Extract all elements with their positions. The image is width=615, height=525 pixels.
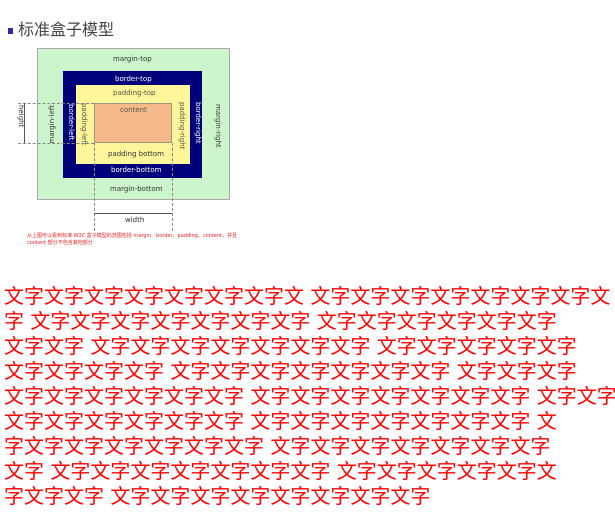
margin-bottom-label: margin-bottom: [110, 185, 163, 193]
height-guide-bottom: [18, 143, 94, 144]
text-line: 字文字文字 文字文字文字文字文字文字文字文字: [4, 484, 431, 508]
border-left-label: border-left: [67, 104, 75, 141]
content-label: content: [120, 106, 147, 114]
text-line: 文字文字 文字文字文字文字文字文字文字 文字文字文字文字文字: [4, 334, 577, 358]
text-line: 字文字文字文字文字文字文字 文字文字文字文字文字文字文字: [4, 434, 551, 458]
border-top-label: border-top: [115, 75, 152, 83]
margin-left-label: margin-left: [48, 105, 56, 144]
border-right-label: border-right: [194, 102, 202, 144]
figure-title: 标准盒子模型: [8, 16, 114, 40]
width-guide-left: [94, 143, 95, 231]
padding-top-label: padding-top: [113, 89, 156, 97]
padding-left-label: padding-left: [80, 103, 88, 146]
padding-bottom-label: padding bottom: [108, 150, 164, 158]
bullet-icon: [8, 27, 13, 34]
text-line: 文字文字文字文字文字文字 文字文字文字文字文字文字文字 文字文字: [4, 384, 615, 408]
height-label: height: [17, 105, 25, 128]
width-label: width: [125, 216, 145, 224]
height-guide-top: [18, 103, 94, 104]
text-line: 文字文字文字文字 文字文字文字文字文字文字文字 文字文字文字: [4, 359, 577, 383]
border-bottom-label: border-bottom: [111, 166, 162, 174]
width-guide-right: [172, 143, 173, 231]
figure-caption: 从上图可以看到标准 W3C 盒子模型的范围包括 margin、border、pa…: [27, 233, 237, 246]
padding-right-label: padding-right: [178, 102, 186, 150]
box-model-figure: 标准盒子模型 margin-top border-top padding-top…: [0, 0, 250, 260]
text-line: 文字 文字文字文字文字文字文字文字 文字文字文字文字文字文: [4, 459, 557, 483]
text-line: 字 文字文字文字文字文字文字文字 文字文字文字文字文字文字: [4, 309, 557, 333]
width-arrow: [94, 213, 172, 214]
text-line: 文字文字文字文字文字文字 文字文字文字文字文字文字文字 文: [4, 409, 557, 433]
text-line: 文字文字文字文字文字文字文字文 文字文字文字文字文字文字文字文: [4, 284, 611, 308]
margin-right-label: margin-right: [214, 104, 222, 148]
margin-top-label: margin-top: [113, 55, 152, 63]
figure-title-text: 标准盒子模型: [18, 20, 115, 39]
